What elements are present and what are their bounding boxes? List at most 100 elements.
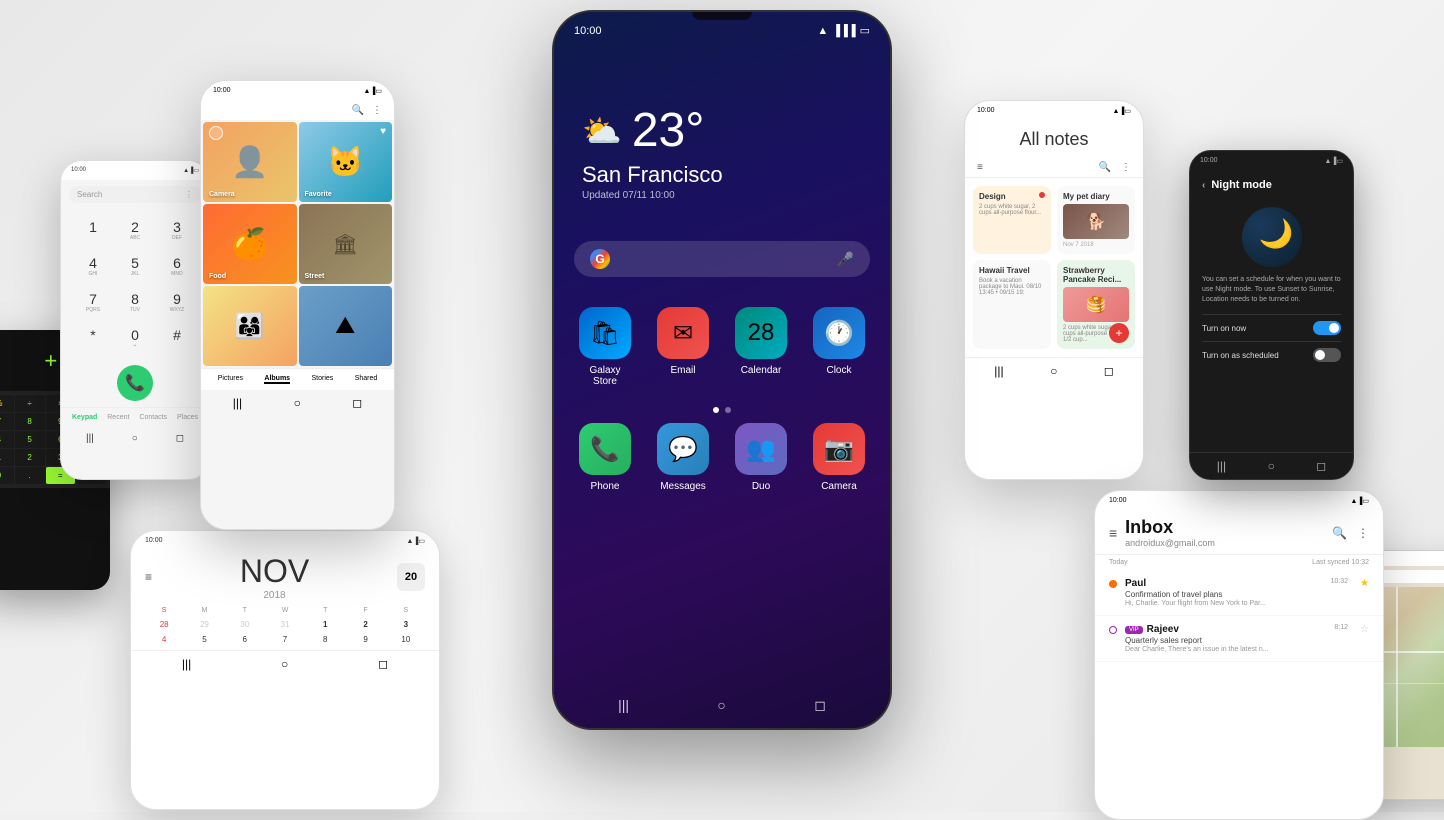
dial-key-3[interactable]: 3DEF <box>157 213 197 247</box>
cal-31[interactable]: 31 <box>266 618 304 631</box>
calc-btn-7[interactable]: 7 <box>0 413 14 430</box>
tab-places[interactable]: Places <box>177 414 198 421</box>
app-duo[interactable]: 👥 Duo <box>730 423 792 492</box>
tab-stories[interactable]: Stories <box>311 375 333 384</box>
cal-nav-recents[interactable]: ◻ <box>378 657 388 671</box>
dial-key-5[interactable]: 5JKL <box>115 249 155 283</box>
app-messages[interactable]: 💬 Messages <box>652 423 714 492</box>
page-dot-2[interactable] <box>725 407 731 413</box>
calc-btn-divide[interactable]: ÷ <box>15 395 45 412</box>
dial-key-2[interactable]: 2ABC <box>115 213 155 247</box>
cal-6[interactable]: 6 <box>226 633 264 646</box>
email-more-icon[interactable]: ⋮ <box>1357 526 1369 540</box>
notes-nav-home[interactable]: ○ <box>1050 364 1057 378</box>
cal-29[interactable]: 29 <box>185 618 223 631</box>
dial-key-4[interactable]: 4GHI <box>73 249 113 283</box>
dial-key-8[interactable]: 8TUV <box>115 285 155 319</box>
note-pancake[interactable]: Strawberry Pancake Reci... 🥞 2 cups whit… <box>1057 260 1135 349</box>
gallery-camera[interactable]: 👤 Camera <box>203 122 297 202</box>
gallery-item-6[interactable]: ⛰ <box>299 286 393 366</box>
app-calendar[interactable]: 28 Calendar <box>730 307 792 387</box>
cal-nav-home[interactable]: ○ <box>281 657 288 671</box>
cal-5[interactable]: 5 <box>185 633 223 646</box>
notes-nav-back[interactable]: ||| <box>994 364 1003 378</box>
night-toggle-now[interactable] <box>1313 321 1341 335</box>
dial-key-hash[interactable]: # <box>157 321 197 355</box>
app-phone[interactable]: 📞 Phone <box>574 423 636 492</box>
dial-key-1[interactable]: 1 <box>73 213 113 247</box>
gallery-nav-recents[interactable]: ◻ <box>352 396 362 410</box>
gallery-nav-back[interactable]: ||| <box>233 396 242 410</box>
app-galaxy-store[interactable]: 🛍 GalaxyStore <box>574 307 636 387</box>
cal-28[interactable]: 28 <box>145 618 183 631</box>
calc-btn-2[interactable]: 2 <box>15 449 45 466</box>
dial-key-star[interactable]: * <box>73 321 113 355</box>
calc-btn-5[interactable]: 5 <box>15 431 45 448</box>
note-pet-diary[interactable]: My pet diary 🐕 Nov 7 2018 <box>1057 186 1135 254</box>
calc-btn-4[interactable]: 4 <box>0 431 14 448</box>
calc-btn-0[interactable]: 0 <box>0 467 14 484</box>
dial-key-7[interactable]: 7PQRS <box>73 285 113 319</box>
app-camera[interactable]: 📷 Camera <box>808 423 870 492</box>
cal-9[interactable]: 9 <box>346 633 384 646</box>
tab-albums[interactable]: Albums <box>264 375 290 384</box>
cal-4[interactable]: 4 <box>145 633 183 646</box>
email-item-paul[interactable]: Paul Confirmation of travel plans Hi, Ch… <box>1095 570 1383 616</box>
cal-nav-back[interactable]: ||| <box>182 657 191 671</box>
calc-btn-1[interactable]: 1 <box>0 449 14 466</box>
gallery-nav-home[interactable]: ○ <box>294 396 301 410</box>
gallery-food[interactable]: 🍊 Food <box>203 204 297 284</box>
notes-search-icon[interactable]: 🔍 <box>1099 162 1111 173</box>
dial-key-9[interactable]: 9WXYZ <box>157 285 197 319</box>
dialer-nav-back[interactable]: ||| <box>86 433 94 444</box>
night-nav-back[interactable]: ||| <box>1217 459 1226 473</box>
dialer-nav-home[interactable]: ○ <box>132 433 138 444</box>
calc-btn-percent[interactable]: % <box>0 395 14 412</box>
cal-1[interactable]: 1 <box>306 618 344 631</box>
email-item-rajeev[interactable]: VIP Rajeev Quarterly sales report Dear C… <box>1095 616 1383 662</box>
gallery-street[interactable]: 🏛 Street <box>299 204 393 284</box>
dialer-nav-recents[interactable]: ◻ <box>176 433 184 444</box>
calc-btn-dot[interactable]: . <box>15 467 45 484</box>
microphone-icon[interactable]: 🎤 <box>837 251 854 268</box>
gallery-more-icon[interactable]: ⋮ <box>372 105 382 116</box>
cal-7[interactable]: 7 <box>266 633 304 646</box>
cal-30[interactable]: 30 <box>226 618 264 631</box>
gallery-item-5[interactable]: 👨‍👩‍👧 <box>203 286 297 366</box>
tab-recent[interactable]: Recent <box>107 414 129 421</box>
tab-pictures[interactable]: Pictures <box>218 375 243 384</box>
calc-btn-8[interactable]: 8 <box>15 413 45 430</box>
dialer-search[interactable]: Search ⋮ <box>69 186 201 203</box>
tab-keypad[interactable]: Keypad <box>72 414 97 421</box>
cal-2[interactable]: 2 <box>346 618 384 631</box>
night-nav-home[interactable]: ○ <box>1268 459 1275 473</box>
notes-menu-icon[interactable]: ≡ <box>977 162 983 173</box>
tab-shared[interactable]: Shared <box>355 375 378 384</box>
note-hawaii[interactable]: Hawaii Travel Book a vacation package to… <box>973 260 1051 349</box>
night-nav-recents[interactable]: ◻ <box>1316 459 1326 473</box>
page-dot-1[interactable] <box>713 407 719 413</box>
gallery-favorite[interactable]: 🐱 ♥ Favorite <box>299 122 393 202</box>
search-bar[interactable]: G 🎤 <box>574 241 870 277</box>
nav-recents[interactable]: ◻ <box>814 697 826 714</box>
app-clock[interactable]: 🕐 Clock <box>808 307 870 387</box>
cal-menu-icon[interactable]: ≡ <box>145 570 152 584</box>
cal-8[interactable]: 8 <box>306 633 344 646</box>
nav-back[interactable]: ||| <box>618 697 629 714</box>
app-email[interactable]: ✉ Email <box>652 307 714 387</box>
cal-date-icon[interactable]: 20 <box>397 563 425 591</box>
nav-home[interactable]: ○ <box>717 697 725 714</box>
email-paul-star[interactable]: ★ <box>1360 578 1369 589</box>
dialer-more-icon[interactable]: ⋮ <box>185 190 193 199</box>
email-menu-icon[interactable]: ≡ <box>1109 525 1117 541</box>
tab-contacts[interactable]: Contacts <box>139 414 167 421</box>
night-toggle-scheduled[interactable] <box>1313 348 1341 362</box>
email-search-icon[interactable]: 🔍 <box>1332 526 1347 540</box>
cal-3[interactable]: 3 <box>387 618 425 631</box>
call-button[interactable]: 📞 <box>117 365 153 401</box>
night-back-icon[interactable]: ‹ <box>1202 180 1205 191</box>
email-rajeev-star[interactable]: ☆ <box>1360 624 1369 635</box>
gallery-search-icon[interactable]: 🔍 <box>352 105 364 116</box>
cal-10[interactable]: 10 <box>387 633 425 646</box>
dial-key-0[interactable]: 0+ <box>115 321 155 355</box>
